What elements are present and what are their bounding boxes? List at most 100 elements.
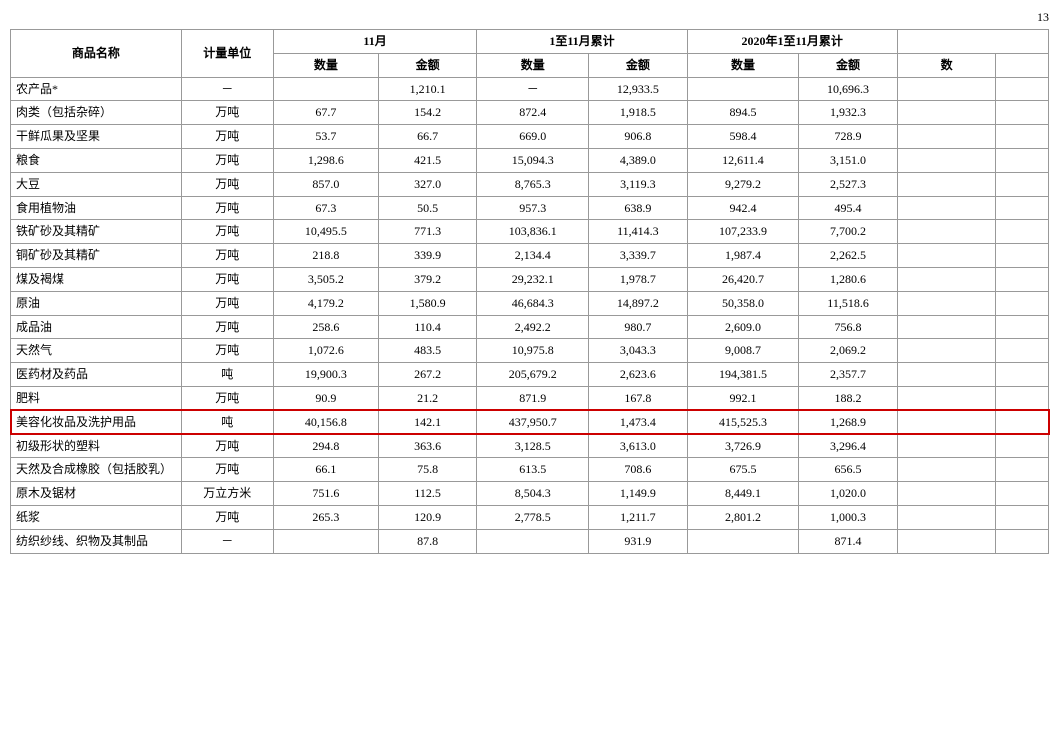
- prev-qty-cell: 942.4: [687, 196, 799, 220]
- ytd-amt-cell: 931.9: [589, 529, 688, 553]
- unit-cell: 万吨: [181, 434, 273, 458]
- extra2-cell: [996, 196, 1049, 220]
- nov-qty-cell: 751.6: [273, 482, 378, 506]
- unit-cell: 万吨: [181, 125, 273, 149]
- prev-qty-cell: 598.4: [687, 125, 799, 149]
- prev-amt-cell: 10,696.3: [799, 77, 898, 101]
- prev-amt-cell: 2,069.2: [799, 339, 898, 363]
- prev-qty-cell: 3,726.9: [687, 434, 799, 458]
- col-extra: [897, 30, 1048, 54]
- product-name-cell: 医药材及药品: [11, 363, 182, 387]
- extra-cell: [897, 386, 996, 410]
- table-row: 铁矿砂及其精矿万吨10,495.5771.3103,836.111,414.31…: [11, 220, 1049, 244]
- extra2-cell: [996, 529, 1049, 553]
- prev-qty-cell: 992.1: [687, 386, 799, 410]
- nov-amt-cell: 120.9: [378, 505, 477, 529]
- ytd-amt-cell: 906.8: [589, 125, 688, 149]
- extra2-cell: [996, 482, 1049, 506]
- unit-cell: 万吨: [181, 148, 273, 172]
- ytd-qty-cell: 669.0: [477, 125, 589, 149]
- ytd-amt-cell: 3,613.0: [589, 434, 688, 458]
- table-row: 成品油万吨258.6110.42,492.2980.72,609.0756.8: [11, 315, 1049, 339]
- nov-amt-cell: 771.3: [378, 220, 477, 244]
- unit-cell: 万吨: [181, 386, 273, 410]
- ytd-qty-cell: 2,778.5: [477, 505, 589, 529]
- nov-amt-cell: 87.8: [378, 529, 477, 553]
- prev-qty-cell: 9,008.7: [687, 339, 799, 363]
- ytd-amt-cell: 1,918.5: [589, 101, 688, 125]
- product-name-cell: 干鲜瓜果及坚果: [11, 125, 182, 149]
- extra-cell: [897, 172, 996, 196]
- product-name-cell: 煤及褐煤: [11, 267, 182, 291]
- nov-amt-cell: 1,210.1: [378, 77, 477, 101]
- extra-cell: [897, 220, 996, 244]
- nov-amt-cell: 363.6: [378, 434, 477, 458]
- prev-amt-cell: 188.2: [799, 386, 898, 410]
- nov-qty-cell: 265.3: [273, 505, 378, 529]
- unit-cell: 万吨: [181, 244, 273, 268]
- extra2-cell: [996, 77, 1049, 101]
- prev-amt-cell: 1,932.3: [799, 101, 898, 125]
- nov-amt-cell: 110.4: [378, 315, 477, 339]
- product-name-cell: 成品油: [11, 315, 182, 339]
- col-ytd: 1至11月累计: [477, 30, 687, 54]
- prev-amt-cell: 2,527.3: [799, 172, 898, 196]
- extra-cell: [897, 101, 996, 125]
- prev-amt-cell: 2,262.5: [799, 244, 898, 268]
- nov-amt-cell: 421.5: [378, 148, 477, 172]
- ytd-amt-cell: 3,339.7: [589, 244, 688, 268]
- prev-qty-cell: 415,525.3: [687, 410, 799, 434]
- table-row: 铜矿砂及其精矿万吨218.8339.92,134.43,339.71,987.4…: [11, 244, 1049, 268]
- product-name-cell: 食用植物油: [11, 196, 182, 220]
- extra2-cell: [996, 434, 1049, 458]
- extra2-cell: [996, 458, 1049, 482]
- ytd-amt-cell: 4,389.0: [589, 148, 688, 172]
- ytd-amt-cell: 2,623.6: [589, 363, 688, 387]
- prev-qty-cell: 194,381.5: [687, 363, 799, 387]
- table-row: 煤及褐煤万吨3,505.2379.229,232.11,978.726,420.…: [11, 267, 1049, 291]
- unit-cell: －: [181, 77, 273, 101]
- ytd-qty-cell: 871.9: [477, 386, 589, 410]
- table-row: 初级形状的塑料万吨294.8363.63,128.53,613.03,726.9…: [11, 434, 1049, 458]
- nov-qty-cell: 53.7: [273, 125, 378, 149]
- extra-cell: [897, 125, 996, 149]
- prev-qty-cell: [687, 77, 799, 101]
- product-name-cell: 天然气: [11, 339, 182, 363]
- nov-qty-cell: 90.9: [273, 386, 378, 410]
- ytd-qty-cell: 10,975.8: [477, 339, 589, 363]
- unit-cell: 吨: [181, 363, 273, 387]
- ytd-amt-cell: 3,119.3: [589, 172, 688, 196]
- product-name-cell: 纸浆: [11, 505, 182, 529]
- unit-cell: 万吨: [181, 291, 273, 315]
- extra2-cell: [996, 220, 1049, 244]
- extra2-cell: [996, 410, 1049, 434]
- ytd-amt-cell: 980.7: [589, 315, 688, 339]
- product-name-cell: 农产品*: [11, 77, 182, 101]
- prev-amt-cell: 1,268.9: [799, 410, 898, 434]
- table-row: 肥料万吨90.921.2871.9167.8992.1188.2: [11, 386, 1049, 410]
- prev-qty-cell: 12,611.4: [687, 148, 799, 172]
- prev-qty-cell: 675.5: [687, 458, 799, 482]
- ytd-qty-cell: 29,232.1: [477, 267, 589, 291]
- product-name-cell: 纺织纱线、织物及其制品: [11, 529, 182, 553]
- nov-qty-cell: 10,495.5: [273, 220, 378, 244]
- product-name-cell: 原油: [11, 291, 182, 315]
- table-row: 食用植物油万吨67.350.5957.3638.9942.4495.4: [11, 196, 1049, 220]
- prev-qty-cell: 107,233.9: [687, 220, 799, 244]
- col-prev-ytd: 2020年1至11月累计: [687, 30, 897, 54]
- nov-qty-cell: 294.8: [273, 434, 378, 458]
- prev-amt-header: 金额: [799, 53, 898, 77]
- nov-amt-cell: 267.2: [378, 363, 477, 387]
- nov-qty-cell: 3,505.2: [273, 267, 378, 291]
- ytd-amt-cell: 12,933.5: [589, 77, 688, 101]
- prev-amt-cell: 656.5: [799, 458, 898, 482]
- nov-amt-cell: 142.1: [378, 410, 477, 434]
- extra2-cell: [996, 125, 1049, 149]
- extra2-cell: [996, 291, 1049, 315]
- ytd-amt-cell: 638.9: [589, 196, 688, 220]
- nov-amt-cell: 75.8: [378, 458, 477, 482]
- extra2-cell: [996, 101, 1049, 125]
- nov-qty-cell: 258.6: [273, 315, 378, 339]
- ytd-amt-cell: 3,043.3: [589, 339, 688, 363]
- nov-qty-cell: [273, 529, 378, 553]
